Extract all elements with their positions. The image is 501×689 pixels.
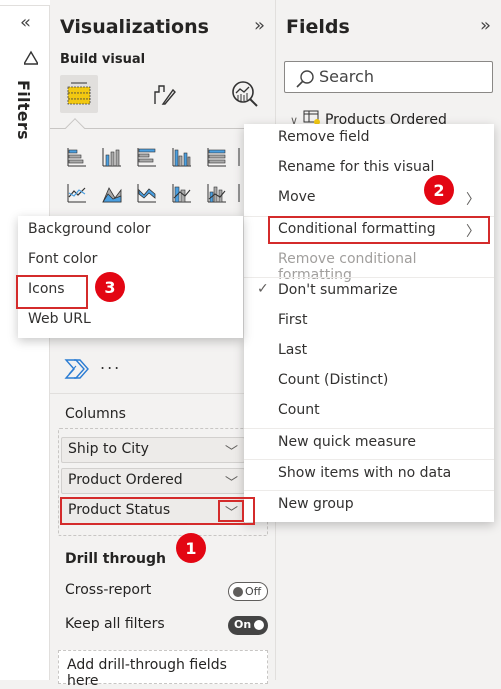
keep-all-filters-toggle[interactable]: On	[228, 616, 268, 635]
menu-item-last[interactable]: Last	[244, 337, 494, 367]
columns-well: Ship to City ﹀ Product Ordered ﹀ Product…	[58, 428, 268, 536]
chevron-right-icon: 〉	[466, 192, 480, 208]
drill-through-fields-well[interactable]: Add drill-through fields here	[58, 650, 268, 689]
top-border	[0, 0, 50, 6]
menu-item-new-group[interactable]: New group	[244, 491, 494, 521]
100-stacked-bar-chart-icon[interactable]	[202, 143, 231, 171]
menu-item-move[interactable]: Move 〉	[244, 184, 494, 214]
fields-title: Fields	[286, 16, 350, 38]
build-visual-label: Build visual	[60, 52, 146, 67]
submenu-item-background-color[interactable]: Background color	[18, 216, 243, 246]
column-field-pill[interactable]: Product Ordered ﹀	[61, 468, 245, 494]
funnel-icon	[22, 50, 40, 70]
cross-report-label: Cross-report	[65, 582, 152, 598]
chevron-down-icon[interactable]: ﹀	[225, 472, 238, 491]
expand-visualizations-icon[interactable]: »	[254, 15, 265, 36]
chevron-down-icon[interactable]: ﹀	[225, 441, 238, 460]
field-context-menu: Remove field Rename for this visual Move…	[244, 124, 494, 522]
conditional-formatting-submenu: Background color Font color Icons Web UR…	[18, 216, 243, 338]
column-field-pill[interactable]: Product Status ﹀	[61, 498, 245, 524]
menu-item-new-quick-measure[interactable]: New quick measure	[244, 429, 494, 459]
annotation-badge-1: 1	[176, 533, 206, 563]
submenu-item-icons[interactable]: Icons	[18, 276, 243, 306]
clustered-bar-chart-icon[interactable]	[132, 143, 161, 171]
menu-item-conditional-formatting[interactable]: Conditional formatting 〉	[244, 216, 494, 246]
drill-through-title: Drill through	[65, 551, 166, 567]
submenu-item-font-color[interactable]: Font color	[18, 246, 243, 276]
menu-item-first[interactable]: First	[244, 307, 494, 337]
column-field-pill[interactable]: Ship to City ﹀	[61, 437, 245, 463]
expand-fields-icon[interactable]: »	[480, 15, 491, 36]
submenu-item-web-url[interactable]: Web URL	[18, 306, 243, 336]
columns-label: Columns	[65, 406, 126, 422]
menu-item-rename[interactable]: Rename for this visual	[244, 154, 494, 184]
chevron-down-icon[interactable]: ﹀	[225, 502, 238, 521]
build-tabs	[60, 75, 270, 115]
visualizations-pane: Visualizations » Build visual ... Column…	[50, 0, 276, 689]
annotation-badge-2: 2	[424, 175, 454, 205]
build-visual-table-icon[interactable]	[60, 75, 98, 113]
power-automate-icon[interactable]	[62, 355, 91, 383]
stacked-column-chart-icon[interactable]	[97, 143, 126, 171]
search-icon	[296, 70, 314, 88]
line-chart-icon[interactable]	[62, 179, 91, 207]
keep-all-filters-label: Keep all filters	[65, 616, 165, 632]
clustered-column-chart-icon[interactable]	[167, 143, 196, 171]
toggle-knob	[233, 587, 243, 597]
menu-item-remove-field[interactable]: Remove field	[244, 124, 494, 154]
menu-item-count-distinct[interactable]: Count (Distinct)	[244, 367, 494, 397]
collapse-filters-icon[interactable]: «	[20, 12, 31, 33]
area-chart-icon[interactable]	[97, 179, 126, 207]
ribbon-chart-icon[interactable]	[237, 179, 243, 207]
section-divider	[50, 393, 276, 394]
visualizations-title: Visualizations	[60, 16, 209, 38]
line-and-stacked-column-chart-icon[interactable]	[167, 179, 196, 207]
field-label: Product Ordered	[68, 472, 183, 488]
menu-item-dont-summarize[interactable]: ✓ Don't summarize	[244, 277, 494, 307]
menu-item-remove-conditional-formatting: Remove conditional formatting	[278, 251, 417, 283]
annotation-badge-3: 3	[95, 272, 125, 302]
line-and-clustered-column-chart-icon[interactable]	[202, 179, 231, 207]
more-visuals-button[interactable]: ...	[100, 354, 121, 373]
visual-type-grid	[62, 143, 267, 215]
stacked-bar-chart-icon[interactable]	[62, 143, 91, 171]
toggle-state: Off	[245, 585, 262, 598]
filters-label[interactable]: Filters	[14, 80, 33, 140]
filters-pane: « Filters	[0, 0, 50, 680]
cross-report-toggle[interactable]: Off	[228, 582, 268, 601]
toggle-knob	[254, 620, 264, 630]
tab-indicator	[65, 118, 85, 138]
toggle-state: On	[234, 618, 252, 631]
100-stacked-column-chart-icon[interactable]	[237, 143, 243, 171]
menu-item-show-items-no-data[interactable]: Show items with no data	[244, 460, 494, 490]
search-placeholder: Search	[319, 67, 374, 86]
stacked-area-chart-icon[interactable]	[132, 179, 161, 207]
search-input[interactable]: Search	[284, 61, 493, 93]
format-visual-icon[interactable]	[144, 75, 182, 113]
checkmark-icon: ✓	[257, 281, 269, 297]
field-label: Ship to City	[68, 441, 149, 457]
menu-item-count[interactable]: Count	[244, 397, 494, 427]
field-label: Product Status	[68, 502, 171, 518]
chevron-right-icon: 〉	[466, 224, 480, 240]
analytics-icon[interactable]	[226, 75, 264, 113]
